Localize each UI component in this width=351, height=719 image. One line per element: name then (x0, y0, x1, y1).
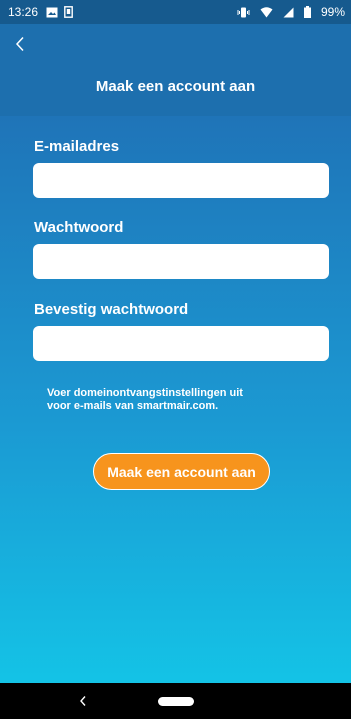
signal-icon (283, 7, 294, 18)
vibrate-icon (237, 7, 250, 18)
email-field[interactable] (33, 163, 329, 198)
note-line-2: voor e-mails van smartmair.com. (47, 400, 219, 412)
image-notification-icon (46, 7, 58, 18)
system-nav-bar (0, 683, 351, 719)
password-label: Wachtwoord (34, 219, 124, 236)
email-label: E-mailadres (34, 138, 120, 155)
form-area: E-mailadres Wachtwoord Bevestig wachtwoo… (0, 116, 351, 683)
create-account-button[interactable]: Maak een account aan (93, 453, 270, 490)
sim-notification-icon (64, 6, 73, 18)
battery-icon (303, 6, 311, 18)
home-pill-icon[interactable] (158, 697, 194, 706)
battery-percent: 99% (320, 5, 345, 19)
status-bar: 13:26 99% (0, 0, 351, 24)
page-title: Maak een account aan (95, 78, 256, 95)
password-field[interactable] (33, 244, 329, 279)
chevron-left-icon (15, 36, 24, 52)
confirm-password-label: Bevestig wachtwoord (34, 301, 189, 318)
status-right-icons: 99% (237, 5, 345, 19)
back-button[interactable] (6, 30, 34, 58)
wifi-icon (260, 6, 273, 18)
app-header: Maak een account aan (0, 24, 351, 116)
status-time: 13:26 (8, 5, 39, 19)
nav-back-button[interactable] (76, 691, 90, 711)
note-line-1: Voer domeinontvangstinstellingen uit (47, 387, 243, 399)
domain-settings-note: Voer domeinontvangstinstellingen uit voo… (47, 387, 317, 413)
confirm-password-field[interactable] (33, 326, 329, 361)
nav-back-icon (80, 696, 86, 706)
